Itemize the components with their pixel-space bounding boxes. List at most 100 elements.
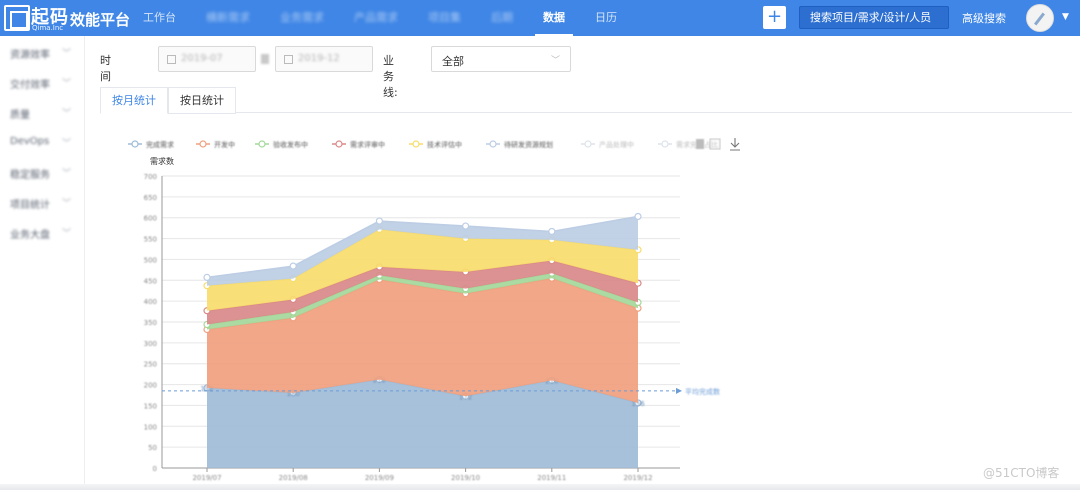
data-point (375, 217, 383, 225)
sidebar-item-label: 业务大盘 (10, 230, 50, 241)
y-tick-label: 550 (144, 236, 157, 244)
start-date-picker[interactable]: 2019-07 (158, 46, 256, 72)
x-tick-label: 2019/12 (623, 474, 652, 482)
y-tick-label: 100 (144, 423, 157, 431)
chevron-down-icon: ﹀ (62, 109, 72, 119)
add-button[interactable]: + (763, 6, 786, 29)
y-tick-label: 700 (144, 173, 157, 181)
legend-label: 完成需求 (146, 140, 174, 149)
y-tick-label: 400 (144, 298, 157, 306)
y-tick-label: 50 (148, 444, 157, 452)
calendar-icon (284, 55, 293, 64)
sidebar-item-label: 项目统计 (10, 200, 50, 211)
y-tick-label: 250 (144, 361, 157, 369)
chevron-down-icon: ﹀ (62, 139, 72, 149)
chevron-down-icon: ﹀ (62, 229, 72, 239)
stats-tabs: 按月统计 按日统计 (100, 87, 1072, 114)
watermark: @51CTO博客 (983, 466, 1060, 480)
y-tick-label: 300 (144, 340, 157, 348)
end-date-value: 2019-12 (298, 53, 340, 64)
x-tick-label: 2019/11 (537, 474, 566, 482)
y-tick-label: 150 (144, 402, 157, 410)
sidebar-item-label: 质量 (10, 110, 30, 121)
business-line-select[interactable]: 全部 ﹀ (431, 46, 571, 72)
legend-marker (489, 140, 497, 148)
chevron-down-icon: ﹀ (62, 49, 72, 59)
x-tick-label: 2019/08 (279, 474, 308, 482)
markline-label: 平均完成数 (685, 387, 720, 396)
date-separator (261, 54, 269, 64)
business-line-value: 全部 (442, 55, 464, 68)
download-icon (730, 138, 740, 151)
app-name[interactable]: 效能平台 (70, 9, 130, 30)
x-tick-label: 2019/10 (451, 474, 480, 482)
chevron-down-icon: ﹀ (62, 169, 72, 179)
y-tick-label: 0 (153, 465, 157, 473)
logo-icon[interactable] (4, 5, 30, 31)
sidebar-item-business-dashboard[interactable]: 业务大盘 ﹀ (10, 226, 80, 246)
nav-item-later[interactable]: 后期 (483, 0, 521, 36)
data-point (634, 212, 642, 221)
chevron-down-icon: ﹀ (62, 79, 72, 89)
start-date-value: 2019-07 (181, 53, 223, 64)
y-axis-title: 需求数 (150, 156, 174, 166)
y-tick-label: 200 (144, 382, 157, 390)
nav-item-calendar[interactable]: 日历 (587, 0, 625, 36)
x-tick-label: 2019/07 (192, 474, 221, 482)
legend-marker (412, 140, 420, 148)
area-0 (207, 379, 638, 468)
sidebar-item-stable-service[interactable]: 稳定服务 ﹀ (10, 166, 80, 186)
legend-label: 产品处理中 (599, 140, 634, 149)
chevron-down-icon: ﹀ (550, 56, 560, 66)
y-tick-label: 350 (144, 319, 157, 327)
nav-item-new-requirements[interactable]: 横新需求 (198, 0, 258, 36)
data-point (289, 262, 297, 270)
y-tick-label: 450 (144, 277, 157, 285)
brand-subtitle: Qima.Inc (32, 24, 64, 32)
legend-marker (335, 140, 343, 148)
legend-label: 需求评审中 (350, 140, 385, 149)
global-search-input[interactable]: 搜索项目/需求/设计/人员 (799, 6, 949, 29)
chevron-down-icon: ﹀ (62, 199, 72, 209)
legend-marker (258, 140, 266, 148)
top-navbar: 起码 Qima.Inc 效能平台 工作台 横新需求 业务需求 产品需求 项目集 … (0, 0, 1080, 36)
advanced-search-link[interactable]: 高级搜索 (962, 10, 1006, 26)
y-tick-label: 500 (144, 256, 157, 264)
sidebar-item-delivery-efficiency[interactable]: 交付效率 ﹀ (10, 76, 80, 96)
nav-item-business-requirements[interactable]: 业务需求 (272, 0, 332, 36)
legend-label: 技术评估中 (427, 140, 462, 149)
nav-item-project-set[interactable]: 项目集 (420, 0, 469, 36)
nav-item-workbench[interactable]: 工作台 (135, 0, 184, 36)
tab-daily-stats[interactable]: 按日统计 (168, 87, 236, 114)
sidebar-item-resource-efficiency[interactable]: 资源效率 ﹀ (10, 46, 80, 66)
data-point (548, 227, 556, 236)
data-point (203, 273, 211, 281)
x-tick-label: 2019/09 (365, 474, 394, 482)
markline-arrow (676, 387, 682, 394)
legend-marker (131, 140, 139, 148)
main-nav: 工作台 横新需求 业务需求 产品需求 项目集 后期 数据 日历 (135, 0, 639, 36)
sidebar-item-label: DevOps (10, 136, 50, 147)
data-view-icon (696, 139, 704, 149)
stacked-area-chart: 0 50 100 150 200 250 300 350 400 450 500 550 600 650 7… (128, 138, 740, 482)
caret-down-icon[interactable]: ▼ (1062, 12, 1069, 22)
chart-container: 0 50 100 150 200 250 300 350 400 450 500 550 600 650 7… (100, 130, 760, 490)
bottom-shadow (0, 484, 1080, 490)
sidebar-item-devops[interactable]: DevOps ﹀ (10, 136, 80, 156)
nav-item-data[interactable]: 数据 (535, 0, 573, 36)
legend-marker (584, 140, 592, 148)
sidebar-item-project-stats[interactable]: 项目统计 ﹀ (10, 196, 80, 216)
tab-monthly-stats[interactable]: 按月统计 (100, 87, 168, 114)
end-date-picker[interactable]: 2019-12 (275, 46, 373, 72)
legend-marker (199, 140, 207, 148)
y-tick-label: 600 (144, 215, 157, 223)
legend-label: 验收发布中 (273, 140, 308, 149)
sidebar-item-label: 资源效率 (10, 50, 50, 61)
nav-item-product-requirements[interactable]: 产品需求 (346, 0, 406, 36)
y-tick-label: 650 (144, 194, 157, 202)
sidebar-item-quality[interactable]: 质量 ﹀ (10, 106, 80, 126)
avatar[interactable] (1026, 4, 1054, 32)
calendar-icon (167, 55, 176, 64)
sidebar-item-label: 稳定服务 (10, 170, 50, 181)
sidebar: 资源效率 ﹀ 交付效率 ﹀ 质量 ﹀ DevOps ﹀ 稳定服务 ﹀ 项目统计 ﹀ 业务大盘… (0, 36, 85, 490)
